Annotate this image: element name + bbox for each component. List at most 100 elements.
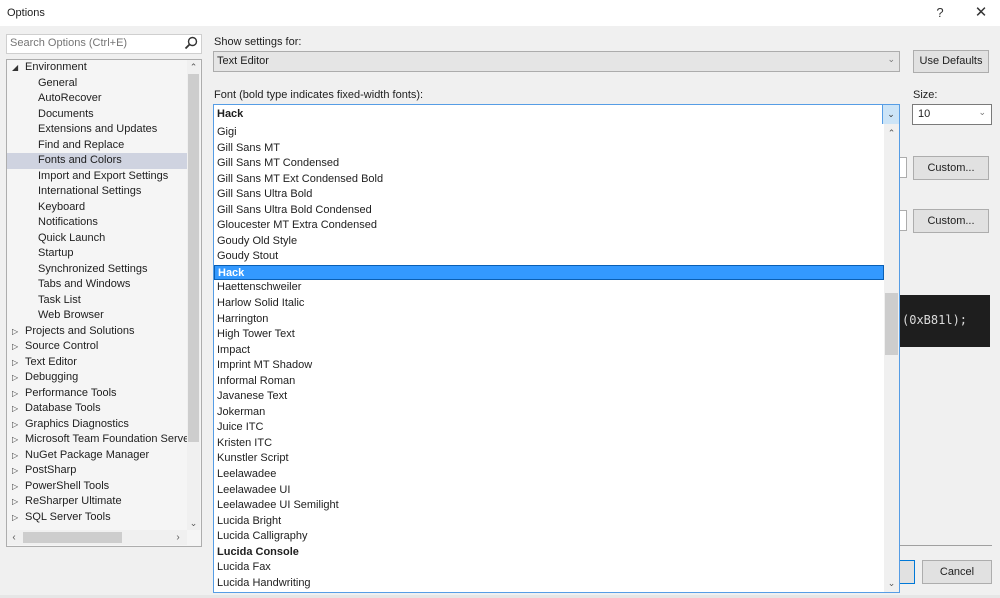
collapsed-arrow-icon[interactable]: ▷ (12, 355, 18, 371)
font-combo[interactable]: Hack ⌄ (213, 104, 900, 125)
scroll-up-icon[interactable]: ⌃ (187, 60, 200, 74)
tree-vertical-scrollbar[interactable]: ⌃ ⌄ (187, 60, 200, 530)
scroll-thumb[interactable] (188, 74, 199, 442)
cancel-button[interactable]: Cancel (922, 560, 992, 584)
font-list-item[interactable]: Gill Sans MT (214, 141, 884, 157)
tree-item[interactable]: ▷ Projects and Solutions (7, 324, 187, 340)
expanded-arrow-icon[interactable]: ◢ (12, 60, 18, 76)
tree-item[interactable]: Synchronized Settings (7, 262, 187, 278)
show-settings-combo[interactable]: Text Editor ⌄ (213, 51, 900, 72)
search-options-input[interactable] (7, 35, 180, 51)
font-list-item[interactable]: Lucida Bright (214, 514, 884, 530)
font-list-scrollbar[interactable]: ⌃ ⌄ (884, 124, 899, 592)
scroll-right-icon[interactable]: › (171, 530, 185, 545)
tree-item[interactable]: ▷ Graphics Diagnostics (7, 417, 187, 433)
help-button[interactable]: ? (927, 4, 953, 22)
font-list-item[interactable]: Juice ITC (214, 420, 884, 436)
font-list-item[interactable]: Lucida Fax (214, 560, 884, 576)
tree-item[interactable]: ▷ Performance Tools (7, 386, 187, 402)
close-button[interactable]: ✕ (968, 4, 994, 22)
font-list-item[interactable]: Gill Sans Ultra Bold (214, 187, 884, 203)
font-list-item[interactable]: Leelawadee UI (214, 483, 884, 499)
tree-item[interactable]: ▷ NuGet Package Manager (7, 448, 187, 464)
tree-item[interactable]: ▷ Text Editor (7, 355, 187, 371)
collapsed-arrow-icon[interactable]: ▷ (12, 386, 18, 402)
tree-item[interactable]: ▷ Database Tools (7, 401, 187, 417)
ok-button[interactable] (899, 560, 915, 584)
custom-foreground-button[interactable]: Custom... (913, 156, 989, 180)
collapsed-arrow-icon[interactable]: ▷ (12, 479, 18, 495)
tree-item[interactable]: Web Browser (7, 308, 187, 324)
tree-item[interactable]: Fonts and Colors (7, 153, 187, 169)
font-list-item[interactable]: Imprint MT Shadow (214, 358, 884, 374)
tree-item[interactable]: General (7, 76, 187, 92)
tree-item[interactable]: ◢ Environment (7, 60, 187, 76)
font-list-item[interactable]: Goudy Old Style (214, 234, 884, 250)
font-list-item[interactable]: Harlow Solid Italic (214, 296, 884, 312)
tree-item[interactable]: ▷ ReSharper Ultimate (7, 494, 187, 510)
tree-item[interactable]: Find and Replace (7, 138, 187, 154)
tree-item[interactable]: Tabs and Windows (7, 277, 187, 293)
scroll-down-icon[interactable]: ⌄ (187, 516, 200, 530)
tree-item[interactable]: ▷ Source Control (7, 339, 187, 355)
collapsed-arrow-icon[interactable]: ▷ (12, 432, 18, 448)
tree-item[interactable]: ▷ Microsoft Team Foundation Server (7, 432, 193, 448)
tree-item[interactable]: ▷ PowerShell Tools (7, 479, 187, 495)
use-defaults-button[interactable]: Use Defaults (913, 50, 989, 73)
font-list-item[interactable]: Informal Roman (214, 374, 884, 390)
collapsed-arrow-icon[interactable]: ▷ (12, 448, 18, 464)
tree-item[interactable]: AutoRecover (7, 91, 187, 107)
tree-item[interactable]: International Settings (7, 184, 187, 200)
font-list-item[interactable]: Harrington (214, 312, 884, 328)
collapsed-arrow-icon[interactable]: ▷ (12, 324, 18, 340)
font-list-item[interactable]: Gill Sans MT Condensed (214, 156, 884, 172)
tree-item[interactable]: Import and Export Settings (7, 169, 187, 185)
font-list-item[interactable]: Leelawadee (214, 467, 884, 483)
font-list-item[interactable]: Jokerman (214, 405, 884, 421)
font-list-item[interactable]: High Tower Text (214, 327, 884, 343)
tree-item-label: Database Tools (25, 402, 101, 414)
font-list-item[interactable]: Gill Sans MT Ext Condensed Bold (214, 172, 884, 188)
collapsed-arrow-icon[interactable]: ▷ (12, 401, 18, 417)
tree-item[interactable]: ▷ Debugging (7, 370, 187, 386)
tree-horizontal-scrollbar[interactable]: ‹ › (7, 530, 187, 545)
chevron-down-icon[interactable]: ⌄ (882, 105, 899, 124)
collapsed-arrow-icon[interactable]: ▷ (12, 510, 18, 526)
font-list-item[interactable]: Javanese Text (214, 389, 884, 405)
font-list-item[interactable]: Impact (214, 343, 884, 359)
font-list-item[interactable]: Gill Sans Ultra Bold Condensed (214, 203, 884, 219)
collapsed-arrow-icon[interactable]: ▷ (12, 417, 18, 433)
collapsed-arrow-icon[interactable]: ▷ (12, 463, 18, 479)
scroll-thumb[interactable] (885, 293, 898, 355)
scroll-up-icon[interactable]: ⌃ (884, 126, 899, 140)
font-list-item[interactable]: Gloucester MT Extra Condensed (214, 218, 884, 234)
size-combo[interactable]: 10 ⌄ (912, 104, 992, 125)
font-list-item[interactable]: Leelawadee UI Semilight (214, 498, 884, 514)
tree-item[interactable]: ▷ SQL Server Tools (7, 510, 187, 526)
font-list-item[interactable]: Lucida Console (214, 545, 884, 561)
font-list-item[interactable]: Gigi (214, 125, 884, 141)
tree-item[interactable]: Task List (7, 293, 187, 309)
collapsed-arrow-icon[interactable]: ▷ (12, 494, 18, 510)
tree-item[interactable]: Startup (7, 246, 187, 262)
font-list-item[interactable]: Hack (214, 264, 884, 281)
scroll-thumb[interactable] (23, 532, 122, 543)
font-list-item[interactable]: Haettenschweiler (214, 280, 884, 296)
font-list-item[interactable]: Kristen ITC (214, 436, 884, 452)
font-list-item[interactable]: Kunstler Script (214, 451, 884, 467)
font-list-item[interactable]: Lucida Calligraphy (214, 529, 884, 545)
tree-item[interactable]: ▷ PostSharp (7, 463, 187, 479)
tree-item[interactable]: Extensions and Updates (7, 122, 187, 138)
scroll-left-icon[interactable]: ‹ (7, 530, 21, 545)
font-list-item[interactable]: Lucida Handwriting (214, 576, 884, 592)
tree-item[interactable]: Keyboard (7, 200, 187, 216)
tree-item[interactable]: Notifications (7, 215, 187, 231)
search-icon[interactable] (184, 36, 198, 50)
tree-item[interactable]: Documents (7, 107, 187, 123)
font-list-item[interactable]: Goudy Stout (214, 249, 884, 265)
collapsed-arrow-icon[interactable]: ▷ (12, 339, 18, 355)
custom-background-button[interactable]: Custom... (913, 209, 989, 233)
scroll-down-icon[interactable]: ⌄ (884, 576, 899, 590)
collapsed-arrow-icon[interactable]: ▷ (12, 370, 18, 386)
tree-item[interactable]: Quick Launch (7, 231, 187, 247)
